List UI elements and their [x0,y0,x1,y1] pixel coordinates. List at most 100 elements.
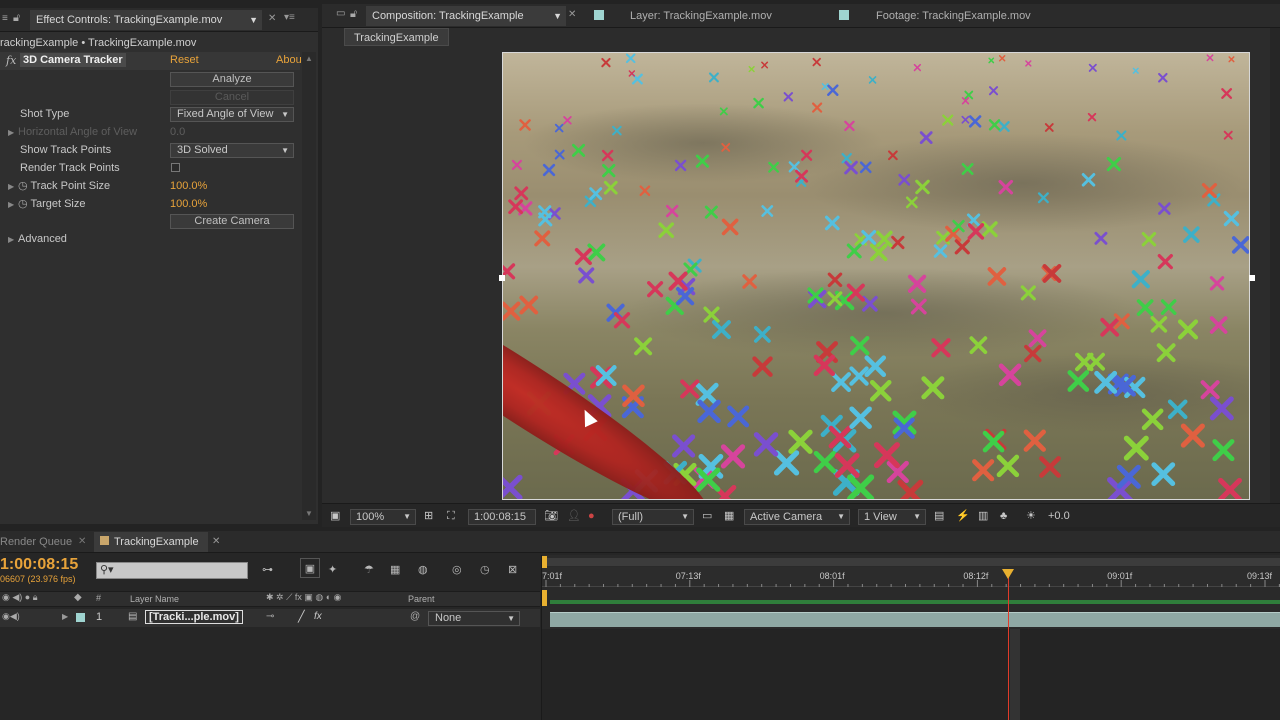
label-color-swatch[interactable] [76,613,85,622]
reset-link[interactable]: Reset [170,54,199,66]
views-dropdown[interactable]: 1 View ▼ [858,509,926,525]
exposure-icon[interactable]: ☀ [1026,504,1036,528]
tab-timeline-comp[interactable]: TrackingExample [94,532,208,552]
work-area-bar[interactable] [544,558,1280,566]
scroll-up-icon[interactable]: ▲ [305,54,313,63]
playhead-handle[interactable] [1002,569,1014,579]
search-input[interactable]: ⚲▾ [96,562,248,579]
effect-panel-scrollbar[interactable]: ▲ ▼ [302,52,316,520]
cancel-button[interactable]: Cancel [170,90,294,105]
stopwatch-icon[interactable]: ◷ [18,180,30,192]
current-time-display[interactable]: 1:00:08:15 [468,509,536,525]
layer-handle[interactable] [1249,275,1255,281]
resolution-dropdown[interactable]: (Full) ▼ [612,509,694,525]
create-camera-button[interactable]: Create Camera [170,214,294,229]
graph-editor-icon[interactable]: ⊠ [508,563,517,576]
layer-handle[interactable] [499,275,505,281]
toggle-pixel-icon[interactable]: ▤ [934,504,944,528]
fx-switch-icon[interactable]: fx [314,611,322,622]
scroll-down-icon[interactable]: ▼ [305,509,313,518]
stopwatch-icon[interactable]: ◷ [18,198,30,210]
comp-mini-flowchart-icon[interactable]: ⊶ [262,563,273,576]
tab-layer[interactable]: Layer: TrackingExample.mov [624,6,778,26]
time-graph[interactable]: 7:01f 07:13f 08:01f 08:12f 09:01f 09:13f [541,555,1280,720]
hide-shy-icon[interactable]: ☂ [364,563,374,576]
expand-triangle-icon[interactable]: ▶ [8,124,18,142]
show-snapshot-icon[interactable]: 👤︎ [567,504,581,528]
work-area-start-marker[interactable] [542,556,547,568]
layer-duration-bar[interactable] [550,612,1280,627]
label-icon[interactable]: ◆ [74,592,82,603]
chevron-down-icon[interactable]: ▼ [249,10,258,30]
advanced-label: Advanced [18,233,67,245]
track-point-marker [988,119,1001,131]
close-icon[interactable]: ✕ [78,536,86,547]
layer-row[interactable]: ◉◀) ▶ 1 ▤ [Tracki...ple.mov] ⊸ ╱ fx @ No… [0,609,540,627]
time-ruler[interactable]: 7:01f 07:13f 08:01f 08:12f 09:01f 09:13f [542,567,1280,587]
close-icon[interactable]: ✕ [268,13,276,24]
analyze-button[interactable]: Analyze [170,72,294,87]
always-preview-icon[interactable]: ▣ [330,504,340,528]
target-size-value[interactable]: 100.0% [170,195,207,213]
close-icon[interactable]: ✕ [212,536,220,547]
effect-name[interactable]: 3D Camera Tracker [20,53,126,67]
viewer-scrollbar[interactable] [1270,28,1280,504]
expand-triangle-icon[interactable]: ▶ [8,178,18,196]
tab-effect-controls[interactable]: Effect Controls: TrackingExample.mov ▼ [30,10,262,30]
comp-name-button[interactable]: TrackingExample [344,28,449,46]
region-of-interest-icon[interactable]: ▭ [702,504,712,528]
color-channels-icon[interactable]: ● [588,504,595,528]
shy-switch-icon[interactable]: ⊸ [266,611,274,622]
expand-triangle-icon[interactable]: ▶ [8,196,18,214]
live-update-icon[interactable]: ▣ [300,558,320,578]
lock-icon[interactable]: 🔓︎ [350,8,357,21]
current-time[interactable]: 1:00:08:15 [0,556,78,574]
snapshot-icon[interactable]: 📷︎ [544,504,558,528]
render-track-points-checkbox[interactable] [171,163,180,172]
parent-column[interactable]: Parent [408,594,435,604]
footage-icon: ▤ [128,611,138,622]
panel-menu-icon[interactable]: ≡ [2,13,10,27]
visibility-icon[interactable]: ◉◀) [2,611,20,622]
show-track-points-dropdown[interactable]: 3D Solved ▼ [170,143,294,158]
zoom-dropdown[interactable]: 100% ▼ [350,509,416,525]
pickwhip-icon[interactable]: @ [410,611,420,622]
title-safe-icon[interactable]: ⛶ [447,504,455,528]
quality-switch-icon[interactable]: ╱ [298,610,305,623]
auto-keyframe-icon[interactable]: ◷ [480,563,490,576]
tab-render-queue[interactable]: Render Queue [0,532,78,552]
fx-icon[interactable]: fx [6,54,16,67]
layer-name[interactable]: [Tracki...ple.mov] [145,610,243,624]
panel-options-icon[interactable]: ▾≡ [284,12,295,23]
expand-triangle-icon[interactable]: ▶ [62,612,68,621]
about-link[interactable]: Abou [276,54,302,66]
playhead-line[interactable] [1008,569,1009,720]
flowchart-icon[interactable]: ♣ [1000,504,1007,528]
footage-frame[interactable] [502,52,1250,500]
camera-dropdown[interactable]: Active Camera ▼ [744,509,850,525]
fit-icon[interactable]: ⊞ [424,504,433,528]
track-point-marker [574,247,592,266]
track-point-size-value[interactable]: 100.0% [170,177,207,195]
panel-menu-icon[interactable]: ▭ [336,8,345,19]
transparency-grid-icon[interactable]: ▦ [724,504,734,528]
frame-blending-icon[interactable]: ▦ [390,563,400,576]
close-icon[interactable]: ✕ [568,9,576,20]
layer-name-column[interactable]: Layer Name [130,594,179,604]
parent-dropdown[interactable]: None ▼ [428,611,520,626]
shot-type-dropdown[interactable]: Fixed Angle of View ▼ [170,107,294,122]
brainstorm-icon[interactable]: ◎ [452,563,462,576]
tab-footage[interactable]: Footage: TrackingExample.mov [870,6,1037,26]
advanced-row[interactable]: ▶ Advanced [8,230,67,248]
motion-blur-icon[interactable]: ◍ [418,563,428,576]
draft-3d-icon[interactable]: ✦ [328,563,337,576]
fast-preview-icon[interactable]: ⚡ [956,504,970,528]
exposure-value[interactable]: +0.0 [1048,504,1070,528]
work-area-start-marker[interactable] [542,590,547,606]
lock-icon[interactable]: 🔓︎ [13,12,20,25]
tab-composition[interactable]: Composition: TrackingExample ▼ [366,6,566,26]
expand-triangle-icon[interactable]: ▶ [8,231,18,249]
timeline-icon[interactable]: ▥ [978,504,988,528]
av-features-icon[interactable]: ◉ ◀) ● 🔒︎ [2,592,38,603]
chevron-down-icon[interactable]: ▼ [553,6,562,26]
